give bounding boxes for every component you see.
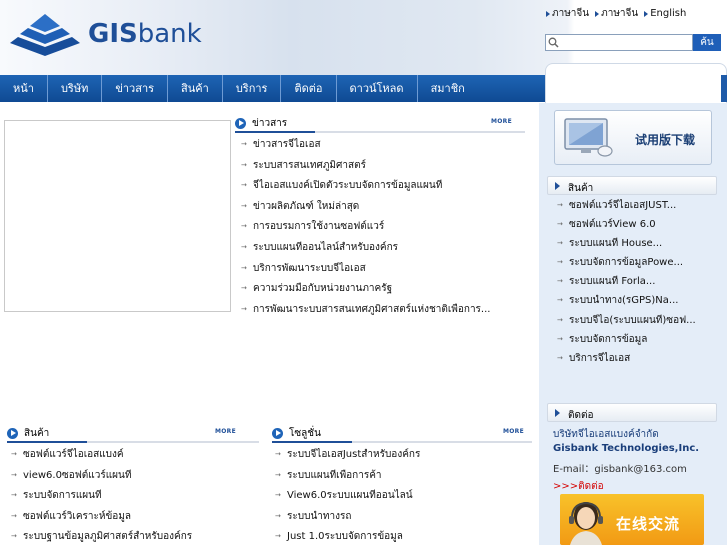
feature-image: [4, 120, 231, 312]
sidebar-product-item[interactable]: ระบบจัดการข้อมูล: [553, 333, 723, 352]
solutions-more-link[interactable]: MORE: [503, 428, 524, 435]
sidebar-product-item[interactable]: ซอฟต์แวร์View 6.0: [553, 218, 723, 237]
solutions-header: โซลูชั่น: [272, 426, 321, 440]
support-agent-icon: [569, 501, 603, 545]
nav-item-news[interactable]: ข่าวสาร: [102, 75, 169, 102]
sidebar-products-header: สินค้า: [547, 176, 717, 195]
sidebar-product-item[interactable]: บริการจีไอเอส: [553, 352, 723, 371]
list-item[interactable]: ระบบฐานข้อมูลภูมิศาสตร์สำหรับองค์กร: [7, 530, 262, 545]
nav-item-members[interactable]: สมาชิก: [418, 75, 478, 102]
nav-item-about[interactable]: บริษัท: [48, 75, 103, 102]
list-item[interactable]: Just 1.0ระบบจัดการข้อมูล: [271, 530, 533, 545]
nav-item-contact[interactable]: ติดต่อ: [281, 75, 337, 102]
list-item[interactable]: การอบรมการใช้งานซอฟต์แวร์: [237, 220, 527, 241]
sidebar-product-item[interactable]: ระบบแผนที่ Forla...: [553, 275, 723, 294]
nav-item-download[interactable]: ดาวน์โหลด: [337, 75, 418, 102]
search-icon: [548, 37, 559, 48]
logo[interactable]: GISbank: [10, 12, 202, 56]
nav-item-products[interactable]: สินค้า: [168, 75, 223, 102]
trial-download-label: 试用版下载: [635, 133, 696, 147]
list-item[interactable]: ระบบแผนที่เพื่อการค้า: [271, 469, 533, 490]
search-input[interactable]: [545, 34, 693, 51]
list-item[interactable]: ระบบสารสนเทศภูมิศาสตร์: [237, 159, 527, 180]
top-link-english[interactable]: English: [644, 6, 686, 21]
logo-pyramid-icon: [10, 14, 80, 56]
company-name: บริษัทจีไอเอสแบงค์จำกัด: [553, 429, 659, 440]
products-more-link[interactable]: MORE: [215, 428, 236, 435]
news-divider: [235, 131, 525, 133]
news-list: ข่าวสารจีไอเอส ระบบสารสนเทศภูมิศาสตร์ จี…: [237, 138, 527, 323]
online-chat-label: 在线交流: [616, 515, 681, 533]
trial-download-banner[interactable]: 试用版下载: [554, 110, 712, 165]
news-title: ข่าวสาร: [252, 117, 288, 129]
contact-more-link[interactable]: >>>ติดต่อ: [553, 479, 604, 494]
play-icon: [272, 427, 283, 439]
list-item[interactable]: บริการพัฒนาระบบจีไอเอส: [237, 262, 527, 283]
top-link-simplified[interactable]: ภาษาจีน: [546, 6, 589, 21]
list-item[interactable]: ระบบจัดการแผนที่: [7, 489, 262, 510]
sidebar-products-list: ซอฟต์แวร์จีไอเอสJUST... ซอฟต์แวร์View 6.…: [553, 199, 723, 371]
list-item[interactable]: ระบบจีไอเอสJustสำหรับองค์กร: [271, 448, 533, 469]
list-item[interactable]: ระบบแผนที่ออนไลน์สำหรับองค์กร: [237, 241, 527, 262]
list-item[interactable]: View6.0ระบบแผนที่ออนไลน์: [271, 489, 533, 510]
sidebar-product-item[interactable]: ระบบจีไอ(ระบบแผนที่)ซอฟ...: [553, 314, 723, 333]
products-divider: [7, 441, 259, 443]
top-link-traditional[interactable]: ภาษาจีน: [595, 6, 638, 21]
sidebar-product-item[interactable]: ระบบจัดการข้อมูลPowe...: [553, 256, 723, 275]
list-item[interactable]: จีไอเอสแบงค์เปิดตัวระบบจัดการข้อมูลแผนที…: [237, 179, 527, 200]
sidebar-contact-header: ติดต่อ: [547, 403, 717, 422]
play-icon: [7, 427, 18, 439]
play-icon: [235, 117, 246, 129]
main-nav: หน้า บริษัท ข่าวสาร สินค้า บริการ ติดต่อ…: [0, 75, 545, 102]
list-item[interactable]: ระบบนำทางรถ: [271, 510, 533, 531]
products-header: สินค้า: [7, 426, 49, 440]
solutions-list: ระบบจีไอเอสJustสำหรับองค์กร ระบบแผนที่เพ…: [271, 448, 533, 545]
products-list: ซอฟต์แวร์จีไอเอสแบงค์ view6.0ซอฟต์แวร์แผ…: [7, 448, 262, 545]
sidebar-product-item[interactable]: ซอฟต์แวร์จีไอเอสJUST...: [553, 199, 723, 218]
list-item[interactable]: view6.0ซอฟต์แวร์แผนที่: [7, 469, 262, 490]
logo-text: GISbank: [88, 19, 202, 49]
sidebar-products-title: สินค้า: [568, 183, 594, 194]
list-item[interactable]: ข่าวผลิตภัณฑ์ ใหม่ล่าสุด: [237, 200, 527, 221]
list-item[interactable]: ข่าวสารจีไอเอส: [237, 138, 527, 159]
solutions-title: โซลูชั่น: [289, 427, 321, 439]
solutions-divider: [272, 441, 532, 443]
search-bar: ค้น: [545, 34, 721, 51]
news-header: ข่าวสาร: [235, 116, 287, 130]
news-more-link[interactable]: MORE: [491, 118, 512, 125]
list-item[interactable]: ซอฟต์แวร์จีไอเอสแบงค์: [7, 448, 262, 469]
triangle-icon: [555, 182, 560, 190]
company-name-english: Gisbank Technologies,Inc.: [553, 443, 700, 454]
nav-right-edge: [721, 75, 727, 102]
online-chat-button[interactable]: 在线交流: [560, 494, 704, 545]
search-button[interactable]: ค้น: [693, 34, 721, 51]
nav-item-home[interactable]: หน้า: [0, 75, 48, 102]
monitor-icon: [564, 118, 613, 157]
triangle-icon: [555, 409, 560, 417]
list-item[interactable]: การพัฒนาระบบสารสนเทศภูมิศาสตร์แห่งชาติเพ…: [237, 303, 527, 324]
list-item[interactable]: ความร่วมมือกับหน่วยงานภาครัฐ: [237, 282, 527, 303]
sidebar-product-item[interactable]: ระบบนำทาง(รGPS)Na...: [553, 294, 723, 313]
products-title: สินค้า: [24, 427, 50, 439]
sidebar-contact-title: ติดต่อ: [568, 410, 594, 421]
sidebar-product-item[interactable]: ระบบแผนที่ House...: [553, 237, 723, 256]
nav-right-panel: [545, 63, 727, 103]
nav-item-services[interactable]: บริการ: [223, 75, 282, 102]
list-item[interactable]: ซอฟต์แวร์วิเคราะห์ข้อมูล: [7, 510, 262, 531]
top-links: ภาษาจีน ภาษาจีน English: [546, 6, 686, 21]
contact-email: E-mail：gisbank@163.com: [553, 464, 687, 475]
